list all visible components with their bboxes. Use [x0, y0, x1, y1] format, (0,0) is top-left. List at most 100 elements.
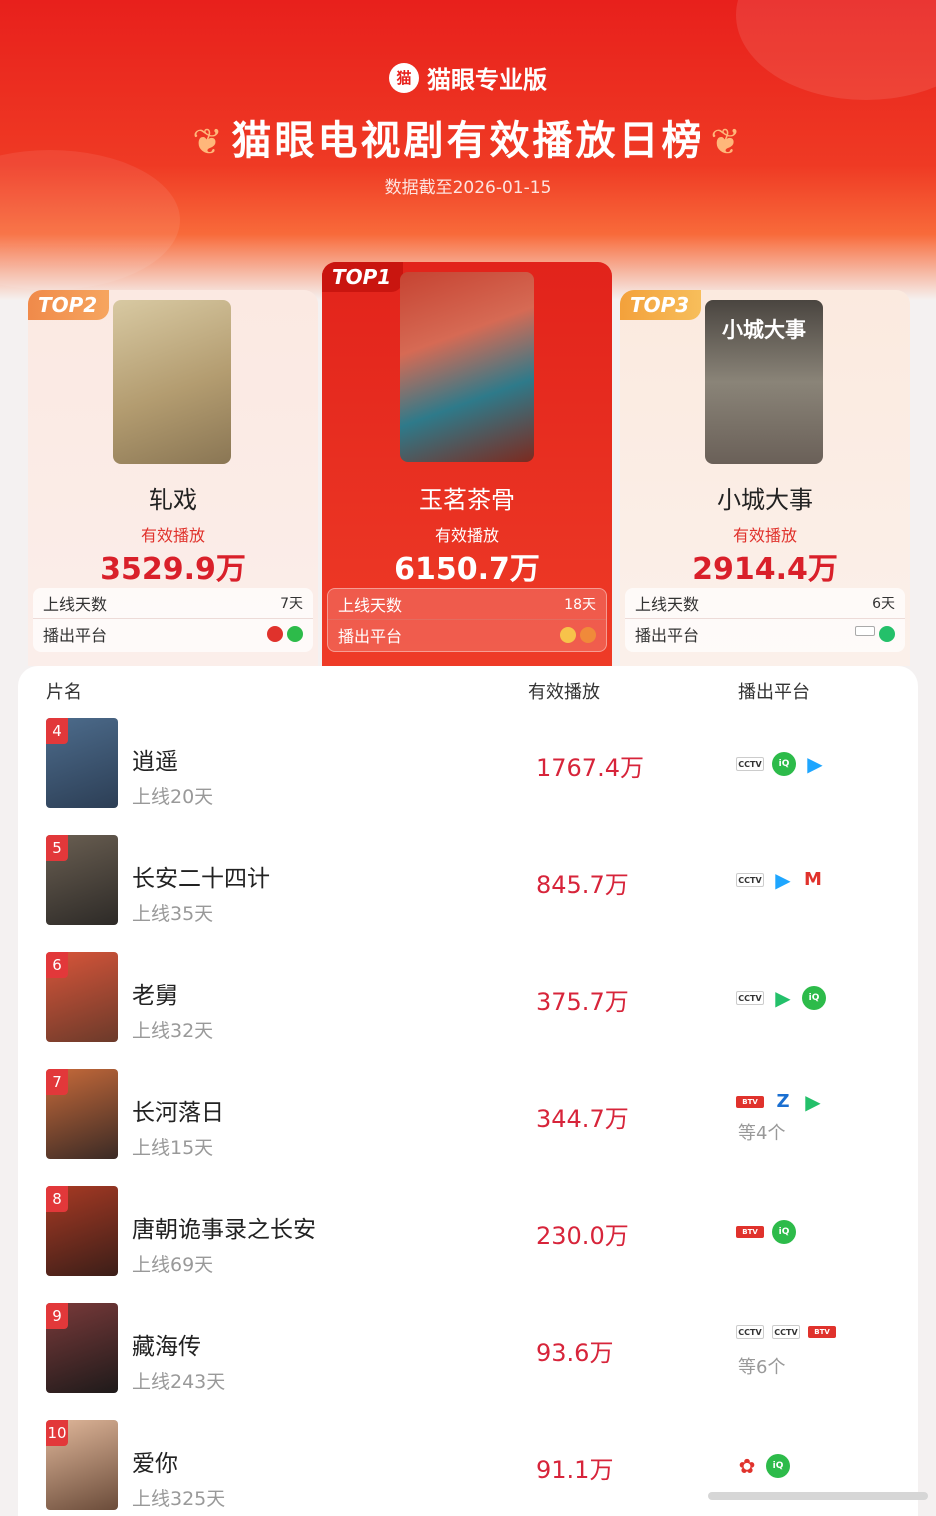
poster-image: 9 — [46, 1303, 118, 1393]
laurel-left-icon: ❦ — [192, 122, 226, 163]
poster-image: 6 — [46, 952, 118, 1042]
btv-icon: BTV — [736, 1096, 764, 1108]
days-online: 上线35天 — [132, 903, 214, 925]
poster-image: 8 — [46, 1186, 118, 1276]
more-platforms: 等6个 — [738, 1357, 786, 1378]
cctv-icon: CCTV — [772, 1325, 800, 1339]
iqiyi-icon: iQ — [766, 1454, 790, 1478]
drama-title: 唐朝诡事录之长安 — [132, 1217, 316, 1243]
tencent-video-icon: ▶ — [775, 986, 791, 1010]
platform-label: 播出平台 — [635, 625, 700, 645]
days-online: 上线325天 — [132, 1488, 226, 1510]
podium: TOP2 轧戏 有效播放 3529.9万 上线天数 7天 播出平台 TOP3 小城… — [0, 262, 936, 666]
rank-badge: 8 — [46, 1186, 68, 1212]
metric-label: 有效播放 — [140, 526, 205, 545]
days-value: 6天 — [872, 596, 895, 612]
info-box: 上线天数 6天 播出平台 — [625, 588, 905, 652]
rank-tag: TOP2 — [28, 290, 110, 320]
days-online: 上线243天 — [132, 1371, 226, 1393]
page-title-text: 猫眼电视剧有效播放日榜 — [231, 118, 705, 164]
poster-image: 7 — [46, 1069, 118, 1159]
iqiyi-icon — [287, 625, 303, 642]
btv-icon: BTV — [808, 1326, 836, 1338]
drama-title: 长安二十四计 — [132, 866, 270, 892]
sohu-icon — [267, 625, 283, 642]
rank-badge: 7 — [46, 1069, 68, 1095]
youku-icon: ▶ — [775, 868, 791, 892]
metric-label: 有效播放 — [434, 526, 499, 545]
btv-icon: BTV — [736, 1226, 764, 1238]
drama-title: 小城大事 — [717, 486, 813, 514]
platform-icons: BTV iQ — [736, 1220, 796, 1244]
platform-icons: CCTV ▶ iQ — [736, 986, 826, 1010]
platform-icons: ✿ iQ — [736, 1454, 790, 1478]
column-header-name: 片名 — [46, 682, 82, 703]
metric-label: 有效播放 — [732, 526, 797, 545]
days-online: 上线32天 — [132, 1020, 214, 1042]
cctv-icon: CCTV — [736, 991, 764, 1005]
play-value: 6150.7万 — [394, 552, 540, 587]
play-value: 3529.9万 — [100, 552, 246, 587]
table-row[interactable]: 6 老舅 上线32天 375.7万 CCTV ▶ iQ — [18, 952, 918, 1052]
play-value: 91.1万 — [536, 1456, 614, 1484]
poster-image — [113, 300, 231, 464]
cctv-icon: CCTV — [736, 757, 764, 771]
days-online: 上线15天 — [132, 1137, 214, 1159]
days-label: 上线天数 — [43, 595, 108, 614]
zhejiang-tv-icon: Z — [776, 1091, 790, 1112]
play-value: 1767.4万 — [536, 754, 644, 782]
table-row[interactable]: 9 藏海传 上线243天 93.6万 CCTV CCTV BTV 等6个 — [18, 1303, 918, 1403]
rank-badge: 5 — [46, 835, 68, 861]
play-value: 2914.4万 — [692, 552, 838, 587]
poster-image: 10 — [46, 1420, 118, 1510]
table-row[interactable]: 10 爱你 上线325天 91.1万 ✿ iQ — [18, 1420, 918, 1516]
data-date: 数据截至2026-01-15 — [384, 178, 552, 198]
poster-image: 5 — [46, 835, 118, 925]
rank-tag: TOP3 — [620, 290, 702, 320]
drama-title: 轧戏 — [149, 486, 197, 514]
podium-card-top2[interactable]: TOP2 轧戏 有效播放 3529.9万 上线天数 7天 播出平台 — [28, 290, 318, 666]
page-title: ❦ 猫眼电视剧有效播放日榜 ❦ — [0, 108, 936, 166]
drama-title: 藏海传 — [132, 1334, 201, 1360]
poster-title: 小城大事 — [722, 318, 806, 342]
youku-icon: ▶ — [807, 752, 823, 776]
tencent-video-icon: ▶ — [805, 1090, 821, 1114]
drama-title: 爱你 — [132, 1451, 178, 1477]
platform-icons: CCTV ▶ M — [736, 869, 824, 891]
poster-image — [400, 272, 534, 462]
drama-title: 长河落日 — [132, 1100, 224, 1126]
play-value: 230.0万 — [536, 1222, 629, 1250]
table-row[interactable]: 5 长安二十四计 上线35天 845.7万 CCTV ▶ M — [18, 835, 918, 935]
column-header-play: 有效播放 — [528, 682, 600, 703]
days-value: 18天 — [564, 597, 596, 613]
podium-card-top3[interactable]: TOP3 小城大事 小城大事 有效播放 2914.4万 上线天数 6天 播出平台 — [620, 290, 910, 666]
drama-title: 逍遥 — [132, 749, 178, 775]
play-value: 375.7万 — [536, 988, 629, 1016]
platform-icons: CCTV CCTV BTV — [736, 1325, 836, 1339]
jiangsu-tv-icon: ✿ — [738, 1454, 756, 1478]
table-row[interactable]: 8 唐朝诡事录之长安 上线69天 230.0万 BTV iQ — [18, 1186, 918, 1286]
play-value: 344.7万 — [536, 1105, 629, 1133]
iqiyi-icon: iQ — [772, 752, 796, 776]
info-box: 上线天数 7天 播出平台 — [33, 588, 313, 652]
iqiyi-icon: iQ — [772, 1220, 796, 1244]
platform-icons: BTV Z ▶ — [736, 1091, 824, 1113]
brand-name: 猫眼专业版 — [427, 66, 547, 94]
iqiyi-icon: iQ — [802, 986, 826, 1010]
tencent-video-icon — [879, 625, 895, 642]
cctv-icon: CCTV — [736, 873, 764, 887]
brand: 猫 猫眼专业版 — [0, 60, 936, 95]
more-platforms: 等4个 — [738, 1123, 786, 1144]
home-indicator — [708, 1492, 928, 1500]
maoyan-logo-icon: 猫 — [389, 62, 419, 93]
header-banner: 猫 猫眼专业版 ❦ 猫眼电视剧有效播放日榜 ❦ 数据截至2026-01-15 — [0, 0, 936, 300]
rank-badge: 10 — [46, 1420, 68, 1446]
play-value: 93.6万 — [536, 1339, 614, 1367]
table-row[interactable]: 7 长河落日 上线15天 344.7万 BTV Z ▶ 等4个 — [18, 1069, 918, 1169]
rank-badge: 6 — [46, 952, 68, 978]
podium-card-top1[interactable]: TOP1 玉茗茶骨 有效播放 6150.7万 上线天数 18天 播出平台 — [322, 262, 612, 666]
table-row[interactable]: 4 逍遥 上线20天 1767.4万 CCTV iQ ▶ — [18, 718, 918, 818]
migu-icon: M — [804, 869, 822, 890]
column-header-platform: 播出平台 — [738, 682, 810, 703]
drama-title: 老舅 — [132, 983, 178, 1009]
